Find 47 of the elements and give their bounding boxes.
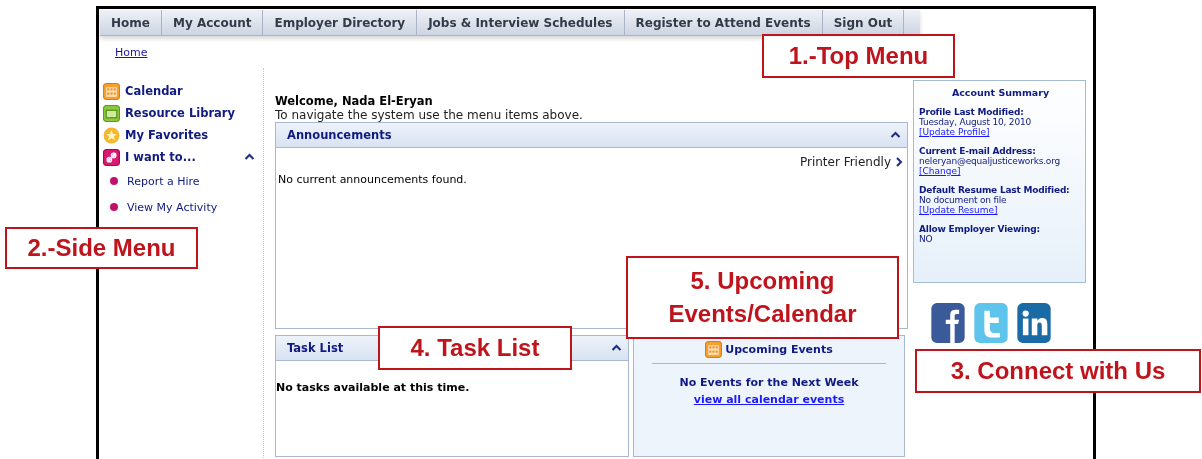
bullet-icon xyxy=(110,177,118,185)
side-submenu-item[interactable]: Report a Hire xyxy=(127,174,200,188)
panel-title: Announcements xyxy=(287,128,392,142)
annotation-callout: 3. Connect with Us xyxy=(915,349,1201,393)
empty-message: No current announcements found. xyxy=(277,172,468,186)
side-menu-item[interactable]: Resource Library xyxy=(125,106,235,120)
menu-item[interactable]: Employer Directory xyxy=(263,10,418,35)
empty-message: No Events for the Next Week xyxy=(679,376,859,389)
calendar-events-link[interactable]: view all calendar events xyxy=(693,393,845,406)
printer-friendly-link[interactable]: Printer Friendly xyxy=(799,155,891,169)
breadcrumb-link[interactable]: Home xyxy=(115,46,148,59)
field-value: NO xyxy=(919,234,934,244)
update-link[interactable]: [Update Resume] xyxy=(919,205,998,215)
field-value: neleryan@equaljusticeworks.org xyxy=(919,156,1061,166)
update-link[interactable]: [Change] xyxy=(919,166,961,176)
menu-item[interactable]: Home xyxy=(100,10,162,35)
instruction-text: To navigate the system use the menu items above. xyxy=(275,108,584,122)
field-label: Profile Last Modified: xyxy=(919,107,1025,117)
side-menu-item[interactable]: My Favorites xyxy=(125,128,209,142)
menu-item[interactable]: Jobs & Interview Schedules xyxy=(417,10,625,35)
update-link[interactable]: [Update Profile] xyxy=(919,127,990,137)
calendar-icon xyxy=(103,82,120,100)
panel-title: Task List xyxy=(287,341,344,355)
side-menu-item[interactable]: I want to... xyxy=(125,150,196,164)
chain-link-icon xyxy=(103,148,120,166)
calendar-icon xyxy=(705,341,723,358)
side-menu-item[interactable]: Calendar xyxy=(125,84,183,98)
empty-message: No tasks available at this time. xyxy=(276,380,471,394)
field-value: No document on file xyxy=(919,195,1008,205)
annotation-callout: 2.-Side Menu xyxy=(5,227,198,269)
annotation-callout: 1.-Top Menu xyxy=(762,34,955,78)
bullet-icon xyxy=(110,203,118,211)
annotation-callout: 5. Upcoming Events/Calendar xyxy=(626,256,899,339)
field-value: Tuesday, August 10, 2010 xyxy=(919,117,1032,127)
field-label: Default Resume Last Modified: xyxy=(919,185,1071,195)
menu-item[interactable]: My Account xyxy=(161,10,264,35)
side-submenu-item[interactable]: View My Activity xyxy=(127,200,218,214)
field-label: Allow Employer Viewing: xyxy=(919,224,1041,234)
field-label: Current E-mail Address: xyxy=(919,146,1037,156)
facebook-icon[interactable] xyxy=(929,303,967,343)
panel-title: Account Summary xyxy=(950,87,1051,98)
folder-icon xyxy=(103,104,120,122)
panel-title: Upcoming Events xyxy=(725,343,833,356)
welcome-heading: Welcome, Nada El-Eryan xyxy=(275,94,434,108)
linkedin-icon[interactable] xyxy=(1015,303,1053,343)
annotation-callout: 4. Task List xyxy=(378,326,572,370)
chevron-right-icon xyxy=(895,157,903,167)
